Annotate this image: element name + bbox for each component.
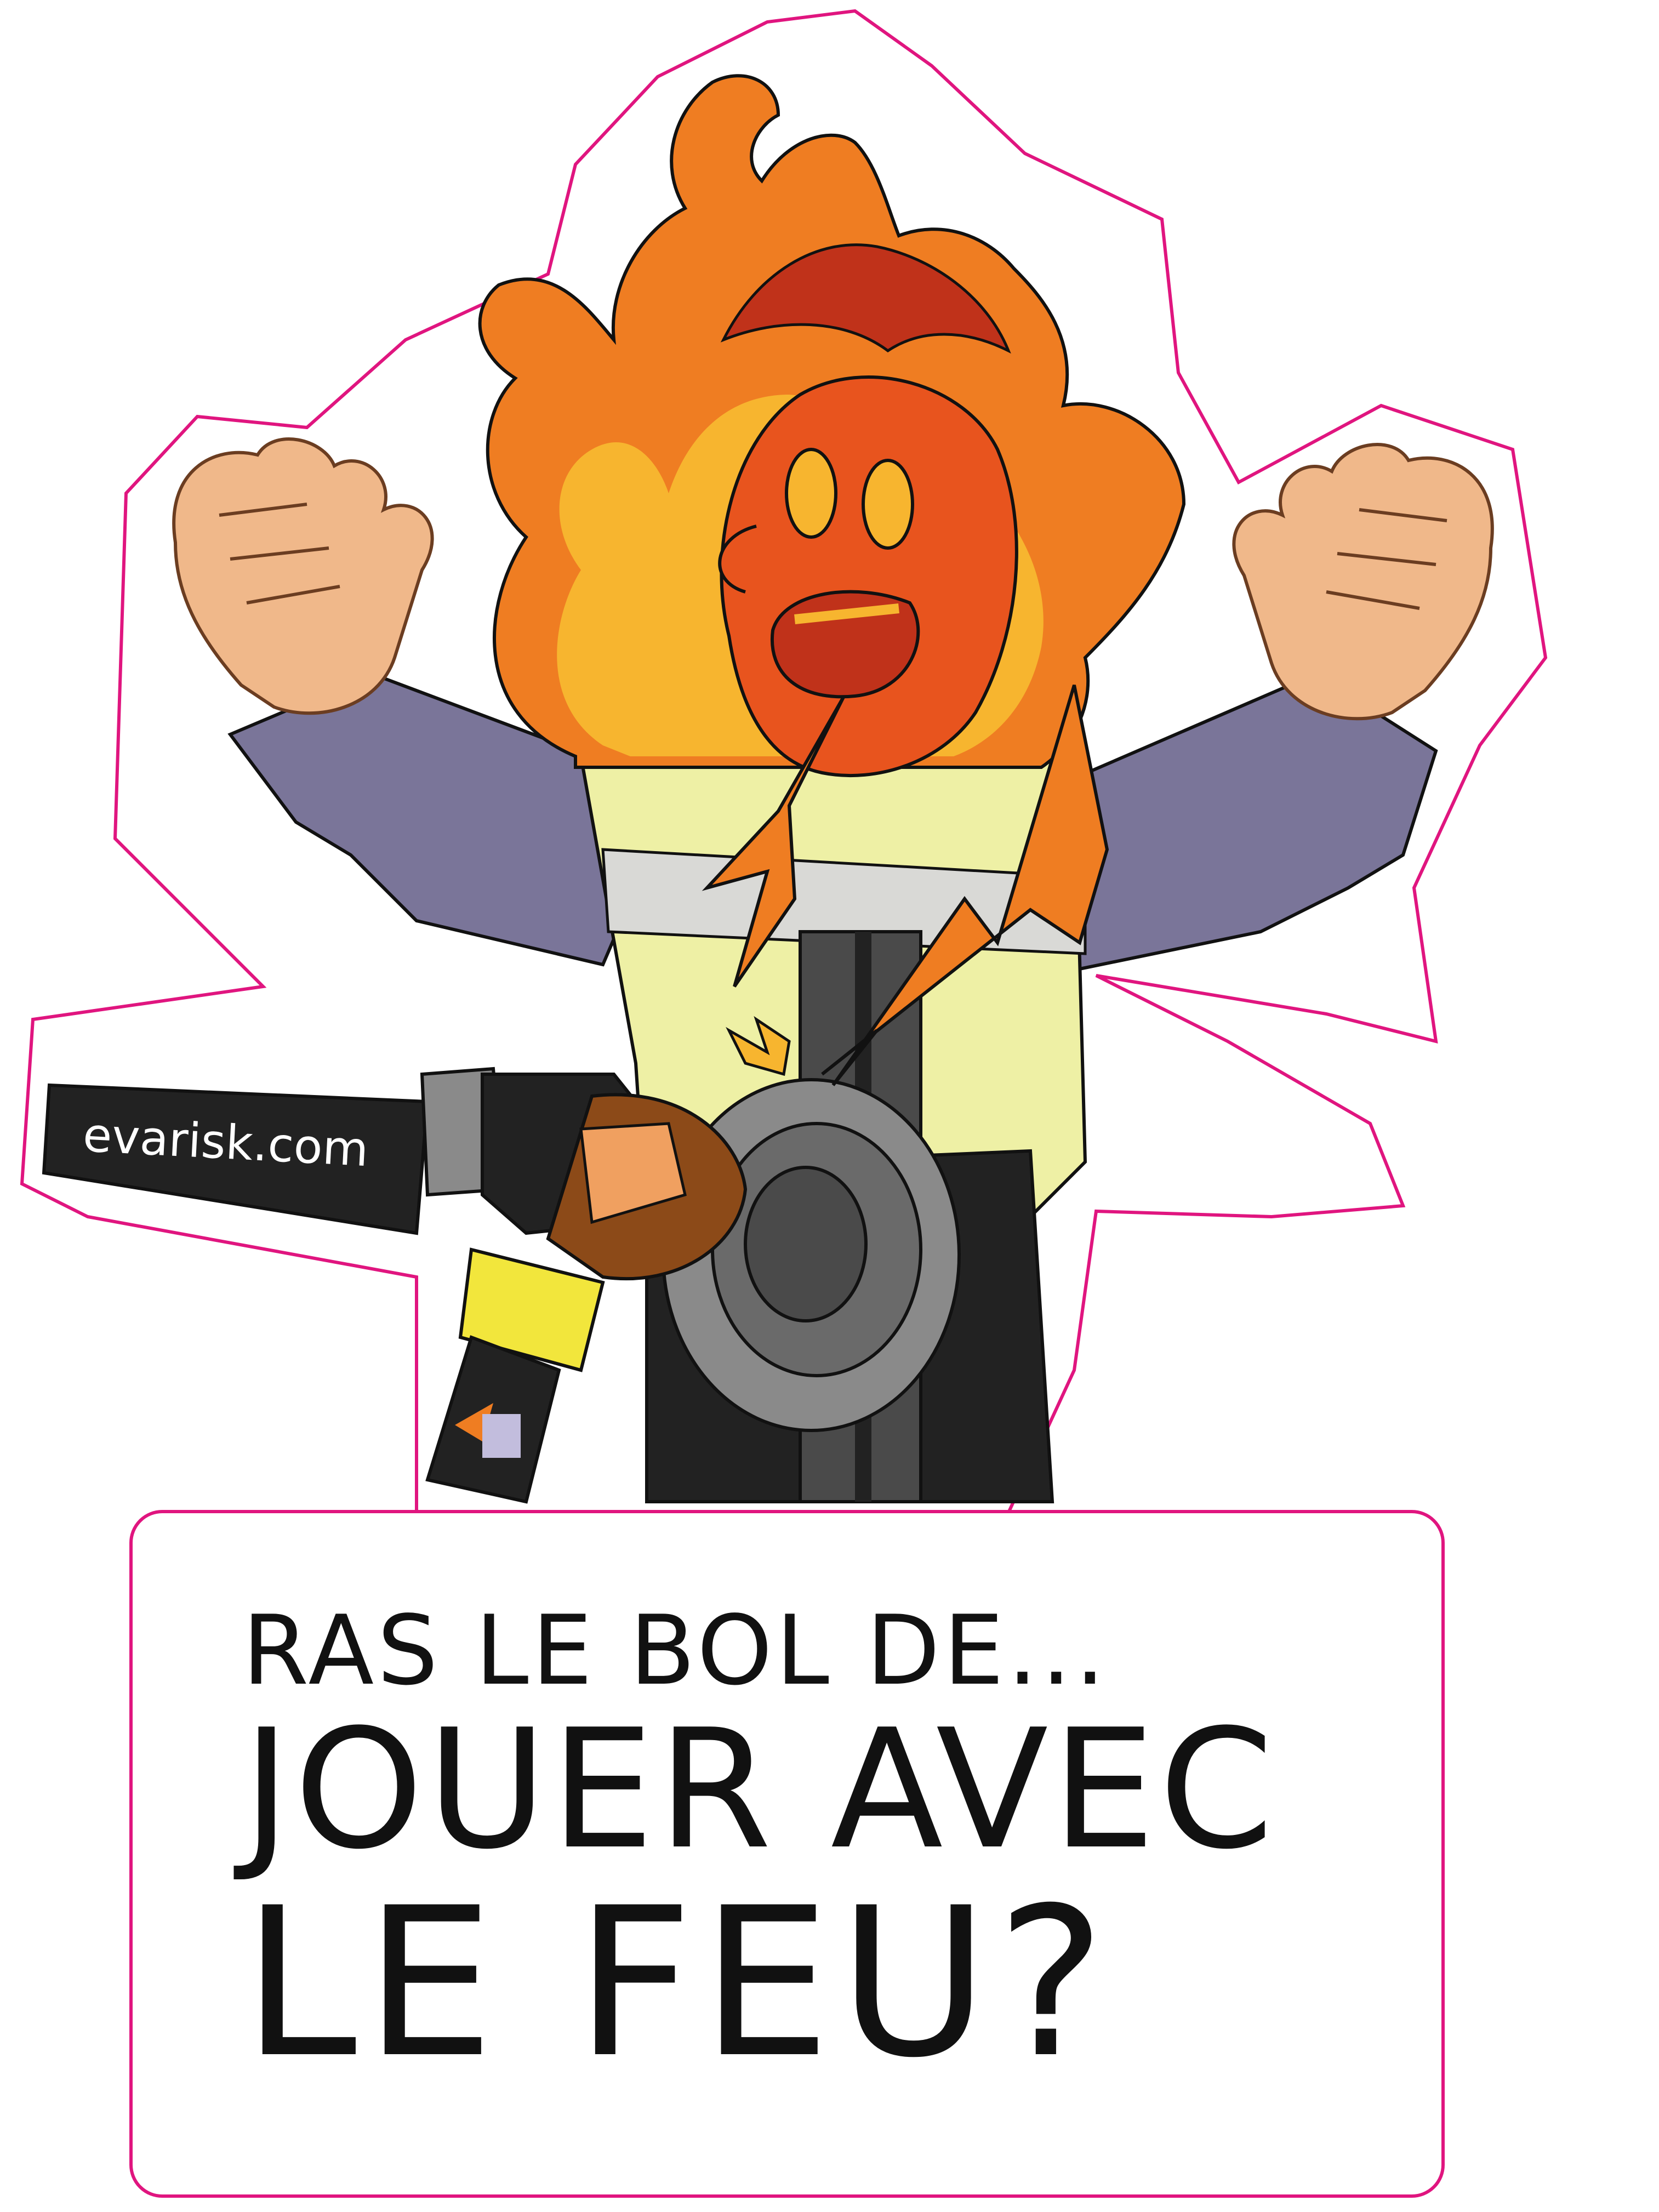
burning-face (718, 375, 1018, 778)
right-eye (862, 459, 914, 550)
caption-line-2: JOUER AVEC (242, 1694, 1277, 1885)
caption-line-3: LE FEU? (242, 1864, 1114, 2103)
caption-box: RAS LE BOL DE... JOUER AVEC LE FEU? (129, 1510, 1445, 2198)
left-eye (785, 448, 837, 539)
caption-line-1: RAS LE BOL DE... (242, 1595, 1109, 1707)
